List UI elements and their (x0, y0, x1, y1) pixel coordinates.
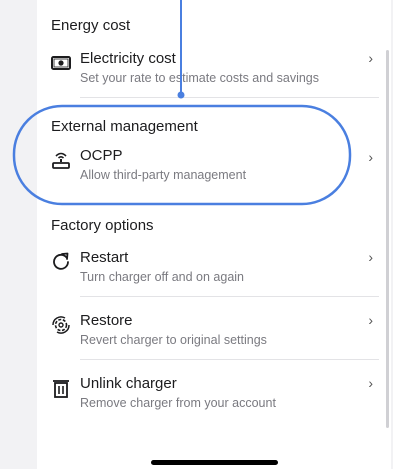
annotation-overlay (12, 0, 352, 206)
home-indicator[interactable] (151, 460, 278, 465)
scrollbar[interactable] (386, 50, 389, 428)
highlight-ellipse (12, 104, 352, 206)
pointer-dot (177, 91, 185, 99)
